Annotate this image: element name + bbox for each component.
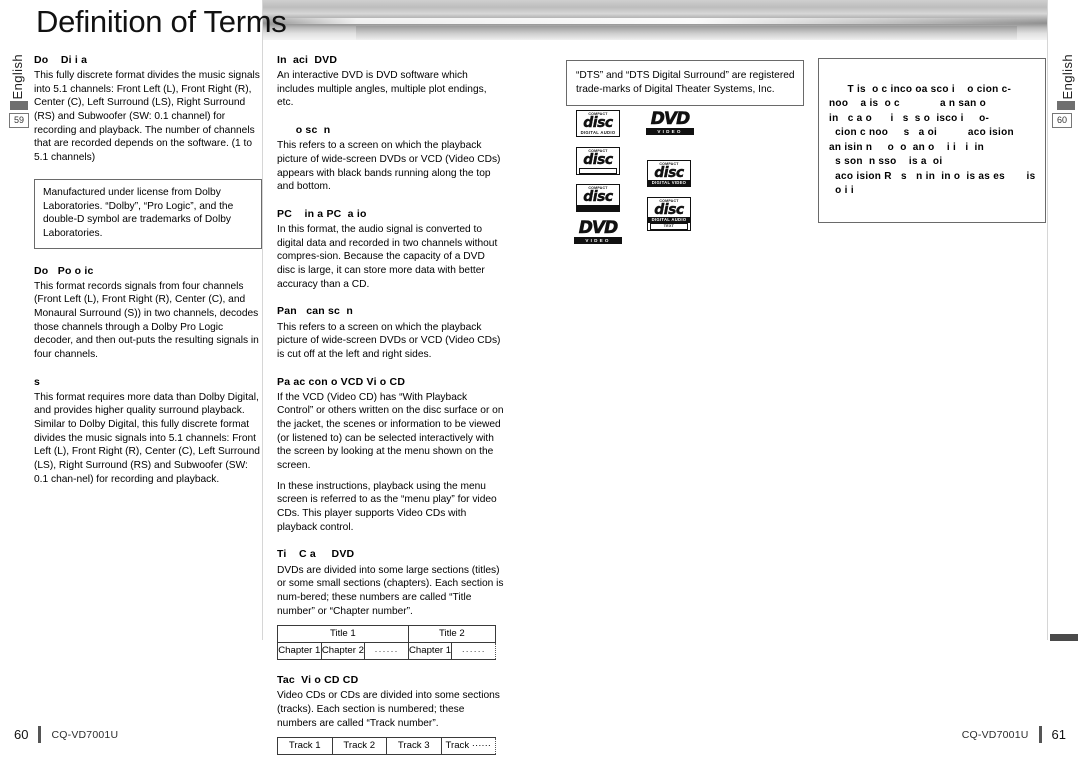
- term-body: This format records signals from four ch…: [34, 280, 259, 360]
- language-tab-left: English: [10, 54, 25, 100]
- term-body-continued: In these instructions, playback using th…: [277, 480, 497, 533]
- title-chapter-table: Title 1 Title 2 Chapter 1 Chapter 2 ····…: [277, 625, 497, 661]
- page-title: Definition of Terms: [36, 4, 287, 39]
- term-entry-letterbox-screen: o sc n This refers to a screen on which …: [277, 124, 505, 194]
- term-entry-dts: s This format requires more data than Do…: [34, 376, 262, 487]
- logo-subtitle: DIGITAL VIDEO: [648, 180, 690, 186]
- term-body: In this format, the audio signal is conv…: [277, 224, 498, 290]
- track-table: Track 1 Track 2 Track 3 Track ······: [277, 737, 496, 756]
- footer-divider: [1038, 726, 1042, 743]
- term-entry-track-videocd-cd: Tac Vi o CD CD Video CDs or CDs are divi…: [277, 674, 505, 756]
- compact-disc-solid-logo: COMPACT disc: [576, 184, 620, 212]
- degraded-notice-text: T is o c inco oa sco i o cion c- noo a i…: [829, 83, 1036, 197]
- term-body: If the VCD (Video CD) has “With Playback…: [277, 391, 504, 472]
- term-heading: s: [34, 375, 41, 388]
- logo-wordmark: disc: [583, 152, 613, 168]
- column-two: In aci DVD An interactive DVD is DVD sof…: [277, 54, 505, 763]
- track-cell-2: Track 2: [331, 737, 387, 756]
- chapter-cell-1: Chapter 1: [277, 642, 322, 661]
- logo-subtitle: DIGITAL AUDIO: [648, 217, 690, 223]
- term-heading: Tac Vi o CD CD: [277, 674, 359, 687]
- logo-wordmark: disc: [583, 115, 613, 131]
- term-heading: In aci DVD: [277, 54, 338, 66]
- term-entry-dolby-digital: Do Di i a This fully discrete format div…: [34, 54, 262, 165]
- term-heading: Do Di i a: [34, 54, 88, 66]
- footer-left: 60 CQ-VD7001U: [14, 726, 118, 743]
- logo-subtitle-text: TEXT: [650, 223, 688, 230]
- term-heading: Ti C a DVD: [277, 548, 355, 561]
- term-body: This fully discrete format divides the m…: [34, 70, 260, 164]
- table-row: Title 1 Title 2: [277, 625, 497, 644]
- term-body: Video CDs or CDs are divided into some s…: [277, 690, 500, 729]
- column-one: Do Di i a This fully discrete format div…: [34, 54, 262, 501]
- dolby-license-text: Manufactured under license from Dolby La…: [43, 186, 234, 239]
- compact-disc-digital-audio-logo: COMPACT disc DIGITAL AUDIO: [576, 110, 620, 137]
- model-number-left: CQ-VD7001U: [51, 728, 119, 741]
- dolby-license-note: Manufactured under license from Dolby La…: [34, 178, 262, 249]
- term-entry-pan-scan-screen: Pan can sc n This refers to a screen on …: [277, 305, 505, 361]
- dvd-video-logo-left: DVD VIDEO: [574, 218, 622, 244]
- term-body: This refers to a screen on which the pla…: [277, 140, 501, 193]
- logo-subtitle-blank: [579, 168, 617, 174]
- manual-page-spread: Definition of Terms English 59 English 6…: [0, 0, 1080, 763]
- dts-trademark-note: “DTS” and “DTS Digital Surround” are reg…: [566, 60, 804, 107]
- track-cell-1: Track 1: [277, 737, 333, 756]
- track-cell-ellipsis: Track ······: [440, 737, 496, 756]
- term-body: DVDs are divided into some large section…: [277, 564, 504, 617]
- page-number-right: 61: [1051, 727, 1066, 742]
- term-entry-dolby-pro-logic: Do Po o ic This format records signals f…: [34, 265, 262, 362]
- chapter-ellipsis-1: ······: [364, 642, 409, 661]
- column-divider-right: [1047, 0, 1048, 640]
- chapter-ellipsis-2: ······: [451, 642, 496, 661]
- language-tab-marker-left: [10, 101, 28, 110]
- title-cell-1: Title 1: [277, 625, 409, 644]
- compact-disc-digital-audio-text-logo: COMPACT disc DIGITAL AUDIO TEXT: [647, 197, 691, 231]
- term-entry-pcm-audio: PC in a PC a io In this format, the audi…: [277, 208, 505, 291]
- table-row: Chapter 1 Chapter 2 ······ Chapter 1 ···…: [277, 642, 496, 661]
- dts-trademark-text: “DTS” and “DTS Digital Surround” are reg…: [576, 70, 795, 95]
- logo-subtitle: DIGITAL AUDIO: [580, 130, 616, 135]
- language-tab-right: English: [1060, 54, 1075, 100]
- logo-subtitle: VIDEO: [646, 128, 694, 135]
- page-chip-right: 60: [1052, 113, 1072, 128]
- term-entry-title-chapter-dvd: Ti C a DVD DVDs are divided into some la…: [277, 548, 505, 661]
- term-entry-interactive-dvd: In aci DVD An interactive DVD is DVD sof…: [277, 54, 505, 110]
- term-heading: Pan can sc n: [277, 305, 353, 318]
- compact-disc-digital-video-logo: COMPACT disc DIGITAL VIDEO: [647, 160, 691, 187]
- page-edge-marker: [1050, 634, 1078, 641]
- compact-disc-blank-logo: COMPACT disc: [576, 147, 620, 175]
- dvd-video-logo-top: DVD VIDEO: [646, 109, 694, 135]
- track-cell-3: Track 3: [386, 737, 442, 756]
- road-image: [356, 26, 1017, 40]
- language-tab-marker-right: [1057, 101, 1075, 110]
- term-body: This refers to a screen on which the pla…: [277, 321, 501, 360]
- chapter-cell-2: Chapter 2: [320, 642, 366, 661]
- page-chip-left: 59: [9, 113, 29, 128]
- term-heading: o sc n: [277, 124, 331, 137]
- logo-subtitle: VIDEO: [574, 237, 622, 244]
- model-number-right: CQ-VD7001U: [961, 728, 1029, 741]
- term-entry-playback-control-vcd: Pa ac con o VCD Vi o CD If the VCD (Vide…: [277, 376, 505, 535]
- header-photo-band: [262, 0, 1048, 40]
- logo-wordmark: DVD: [650, 109, 690, 129]
- title-cell-2: Title 2: [407, 625, 497, 644]
- column-divider-left: [262, 0, 263, 640]
- degraded-notice-box: T is o c inco oa sco i o cion c- noo a i…: [818, 58, 1046, 223]
- disc-format-logo-grid: COMPACT disc DIGITAL AUDIO COMPACT disc …: [572, 109, 702, 244]
- term-heading: Do Po o ic: [34, 264, 94, 277]
- logo-wordmark: disc: [583, 189, 613, 205]
- term-heading: PC in a PC a io: [277, 207, 367, 220]
- logo-wordmark: disc: [654, 202, 684, 218]
- page-number-left: 60: [14, 727, 29, 742]
- chapter-cell-3: Chapter 1: [407, 642, 453, 661]
- logo-wordmark: DVD: [578, 218, 618, 238]
- footer-right: CQ-VD7001U 61: [962, 726, 1066, 743]
- term-heading: Pa ac con o VCD Vi o CD: [277, 375, 406, 388]
- footer-divider: [38, 726, 42, 743]
- logo-wordmark: disc: [654, 165, 684, 181]
- table-row: Track 1 Track 2 Track 3 Track ······: [277, 737, 496, 756]
- term-body: This format requires more data than Dolb…: [34, 391, 260, 485]
- term-body: An interactive DVD is DVD software which…: [277, 70, 487, 109]
- logo-subtitle-solid: [577, 205, 619, 211]
